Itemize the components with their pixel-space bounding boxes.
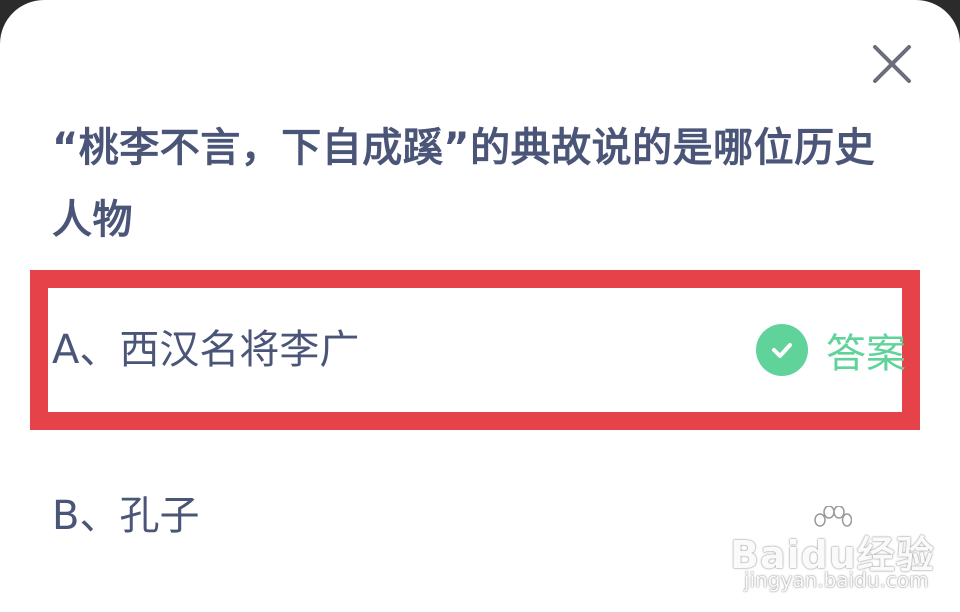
baidu-jingyan-watermark: Baidu经验 jingyan.baidu.com — [730, 506, 934, 596]
answer-indicator: 答案 — [756, 288, 906, 412]
option-b-label: B、孔子 — [52, 493, 200, 539]
answer-label: 答案 — [826, 331, 906, 377]
watermark-url: jingyan.baidu.com — [744, 568, 929, 592]
check-icon — [756, 324, 808, 376]
quiz-sheet: “桃李不言，下自成蹊”的典故说的是哪位历史人物 A、西汉名将李广 答案 B、孔子 — [0, 0, 960, 612]
option-a-label: A、西汉名将李广 — [52, 327, 360, 373]
option-a[interactable]: A、西汉名将李广 答案 — [30, 270, 920, 430]
